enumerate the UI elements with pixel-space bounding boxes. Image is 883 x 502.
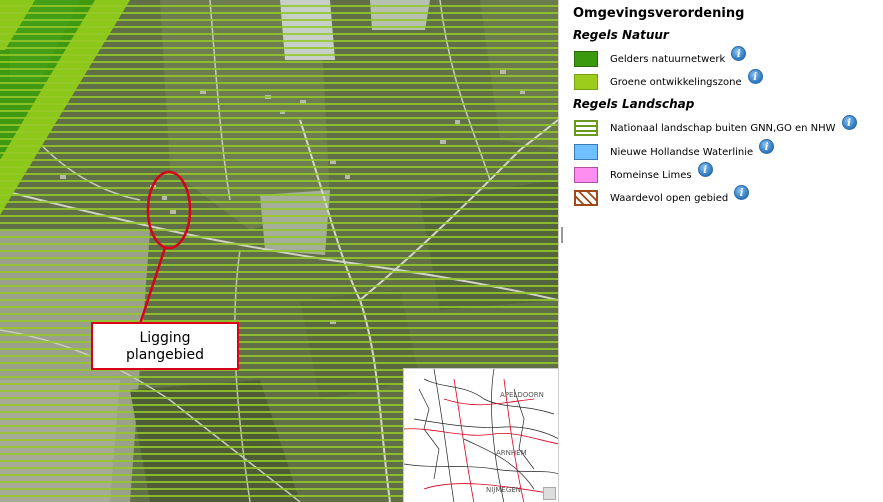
legend-item-groene-ontwikkelingszone: Groene ontwikkelingszone i bbox=[574, 68, 763, 92]
plan-area-callout: Ligging plangebied bbox=[91, 322, 239, 370]
overview-toggle-icon[interactable] bbox=[543, 487, 556, 500]
swatch-gelders-natuurnetwerk bbox=[574, 51, 598, 67]
overview-map[interactable]: APELDOORN ARNHEM NIJMEGEN bbox=[403, 368, 558, 502]
swatch-groene-ontwikkelingszone bbox=[574, 74, 598, 90]
legend-section-natuur: Regels Natuur bbox=[573, 28, 669, 42]
legend-section-landschap: Regels Landschap bbox=[573, 97, 695, 111]
info-icon[interactable]: i bbox=[747, 68, 763, 84]
legend-label: Nieuwe Hollandse Waterlinie bbox=[610, 146, 754, 158]
info-icon[interactable]: i bbox=[697, 161, 713, 177]
overview-label-apeldoorn: APELDOORN bbox=[500, 391, 544, 399]
swatch-nieuwe-hollandse-waterlinie bbox=[574, 144, 598, 160]
swatch-romeinse-limes bbox=[574, 167, 598, 183]
legend-panel: Omgevingsverordening Regels Natuur Gelde… bbox=[564, 0, 883, 502]
overview-label-nijmegen: NIJMEGEN bbox=[486, 486, 521, 494]
info-icon[interactable]: i bbox=[734, 184, 750, 200]
legend-item-nieuwe-hollandse-waterlinie: Nieuwe Hollandse Waterlinie i bbox=[574, 138, 775, 162]
legend-label: Waardevol open gebied bbox=[610, 192, 729, 204]
swatch-waardevol-open-gebied bbox=[574, 190, 598, 206]
plan-area-ellipse bbox=[146, 170, 192, 250]
info-icon[interactable]: i bbox=[841, 114, 857, 130]
legend-title: Omgevingsverordening bbox=[573, 6, 745, 21]
legend-label: Groene ontwikkelingszone bbox=[610, 76, 742, 88]
map-view[interactable]: Ligging plangebied APELDOORN ARNHEM NIJM… bbox=[0, 0, 558, 502]
overview-label-arnhem: ARNHEM bbox=[496, 449, 527, 457]
legend-item-nationaal-landschap: Nationaal landschap buiten GNN,GO en NHW… bbox=[574, 114, 857, 138]
info-icon[interactable]: i bbox=[731, 45, 747, 61]
legend-label: Gelders natuurnetwerk bbox=[610, 53, 726, 65]
legend-item-waardevol-open-gebied: Waardevol open gebied i bbox=[574, 184, 750, 208]
overview-map-roads bbox=[404, 369, 558, 502]
splitter-grip-icon[interactable] bbox=[561, 227, 563, 243]
info-icon[interactable]: i bbox=[759, 138, 775, 154]
legend-item-romeinse-limes: Romeinse Limes i bbox=[574, 161, 713, 185]
legend-label: Romeinse Limes bbox=[610, 169, 692, 181]
swatch-nationaal-landschap bbox=[574, 120, 598, 136]
legend-item-gelders-natuurnetwerk: Gelders natuurnetwerk i bbox=[574, 45, 747, 69]
legend-label: Nationaal landschap buiten GNN,GO en NHW bbox=[610, 122, 836, 134]
callout-leader-line bbox=[138, 247, 167, 325]
callout-line-1: Ligging bbox=[139, 330, 191, 346]
callout-line-2: plangebied bbox=[125, 347, 204, 363]
